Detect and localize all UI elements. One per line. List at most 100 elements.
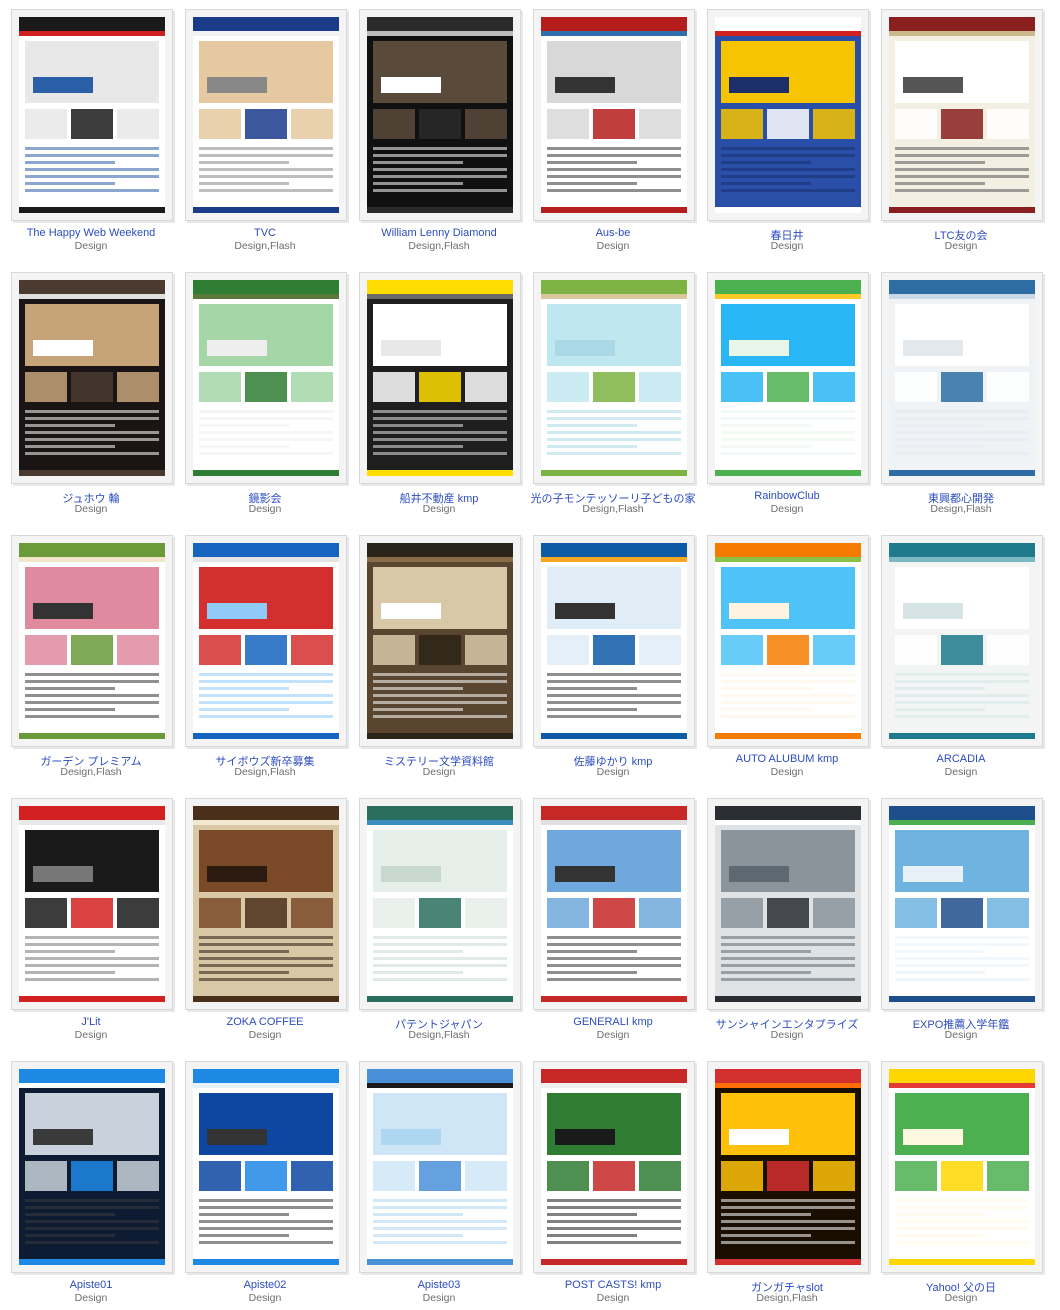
portfolio-title-link[interactable]: AUTO ALUBUM kmp (700, 753, 874, 765)
portfolio-thumbnail[interactable] (359, 9, 521, 221)
portfolio-categories: Design (944, 1029, 978, 1041)
screenshot-content-box (987, 1161, 1029, 1191)
portfolio-thumbnail[interactable] (185, 272, 347, 484)
portfolio-title-link[interactable]: Apiste02 (178, 1279, 352, 1291)
screenshot-text-line (721, 424, 811, 427)
screenshot-header (367, 1069, 513, 1083)
screenshot-content-box (71, 109, 113, 139)
portfolio-title-link[interactable]: Aus-be (526, 227, 700, 239)
screenshot-accent (903, 77, 963, 93)
portfolio-thumbnail[interactable] (707, 1061, 869, 1273)
portfolio-thumbnail[interactable] (881, 798, 1043, 1010)
portfolio-thumbnail[interactable] (533, 798, 695, 1010)
screenshot-text-line (25, 1206, 159, 1209)
screenshot-nav (367, 31, 513, 36)
screenshot-content-box (593, 372, 635, 402)
portfolio-title-link[interactable]: J'Lit (4, 1016, 178, 1028)
portfolio-thumbnail[interactable] (11, 272, 173, 484)
portfolio-thumbnail[interactable] (359, 535, 521, 747)
portfolio-title-link[interactable]: TVC (178, 227, 352, 239)
screenshot-text-line (25, 431, 159, 434)
portfolio-thumbnail[interactable] (185, 9, 347, 221)
website-screenshot (715, 806, 861, 1002)
screenshot-footer (193, 733, 339, 739)
screenshot-text-line (721, 1227, 855, 1230)
screenshot-text-line (895, 1213, 985, 1216)
screenshot-accent (207, 1129, 267, 1145)
portfolio-thumbnail[interactable] (881, 1061, 1043, 1273)
screenshot-content-box (199, 898, 241, 928)
screenshot-content-box (419, 1161, 461, 1191)
portfolio-categories: Design (770, 766, 804, 778)
portfolio-title-link[interactable]: POST CASTS! kmp (526, 1279, 700, 1291)
screenshot-text-line (199, 410, 333, 413)
screenshot-text-line (25, 424, 115, 427)
screenshot-hero (199, 830, 333, 892)
screenshot-nav (19, 1083, 165, 1088)
screenshot-nav (367, 557, 513, 562)
website-screenshot (367, 17, 513, 213)
portfolio-thumbnail[interactable] (707, 272, 869, 484)
screenshot-text-line (895, 978, 1029, 981)
portfolio-thumbnail[interactable] (359, 798, 521, 1010)
portfolio-title-link[interactable]: The Happy Web Weekend (4, 227, 178, 239)
portfolio-thumbnail[interactable] (185, 535, 347, 747)
portfolio-title-link[interactable]: William Lenny Diamond (352, 227, 526, 239)
screenshot-header (193, 1069, 339, 1083)
portfolio-thumbnail[interactable] (533, 535, 695, 747)
screenshot-header (715, 280, 861, 294)
screenshot-text-line (895, 694, 1029, 697)
portfolio-title-link[interactable]: RainbowClub (700, 490, 874, 502)
portfolio-thumbnail[interactable] (11, 1061, 173, 1273)
screenshot-content-box (547, 635, 589, 665)
screenshot-nav (19, 294, 165, 299)
portfolio-thumbnail[interactable] (707, 798, 869, 1010)
portfolio-categories: Design,Flash (234, 240, 296, 252)
portfolio-thumbnail[interactable] (707, 9, 869, 221)
screenshot-nav (367, 820, 513, 825)
portfolio-thumbnail[interactable] (359, 272, 521, 484)
portfolio-thumbnail[interactable] (185, 1061, 347, 1273)
screenshot-text-line (895, 417, 1029, 420)
portfolio-thumbnail[interactable] (359, 1061, 521, 1273)
portfolio-thumbnail[interactable] (881, 272, 1043, 484)
screenshot-text-line (373, 417, 507, 420)
portfolio-title-link[interactable]: GENERALI kmp (526, 1016, 700, 1028)
screenshot-footer (19, 470, 165, 476)
portfolio-thumbnail[interactable] (11, 535, 173, 747)
screenshot-text-line (199, 1220, 333, 1223)
portfolio-thumbnail[interactable] (707, 535, 869, 747)
website-screenshot (541, 280, 687, 476)
portfolio-thumbnail[interactable] (533, 272, 695, 484)
portfolio-thumbnail[interactable] (185, 798, 347, 1010)
screenshot-text-line (199, 1213, 289, 1216)
screenshot-text-line (895, 182, 985, 185)
portfolio-thumbnail[interactable] (881, 535, 1043, 747)
screenshot-content-box (373, 635, 415, 665)
portfolio-title-link[interactable]: Apiste03 (352, 1279, 526, 1291)
screenshot-text-line (547, 175, 681, 178)
portfolio-categories: Design (596, 1029, 630, 1041)
portfolio-thumbnail[interactable] (533, 1061, 695, 1273)
screenshot-text-line (721, 680, 855, 683)
portfolio-categories: Design (74, 1292, 108, 1304)
screenshot-text-line (721, 161, 811, 164)
screenshot-text-line (547, 936, 681, 939)
portfolio-title-link[interactable]: ZOKA COFFEE (178, 1016, 352, 1028)
screenshot-text-line (25, 1213, 115, 1216)
portfolio-title-link[interactable]: ARCADIA (874, 753, 1048, 765)
portfolio-thumbnail[interactable] (11, 798, 173, 1010)
portfolio-thumbnail[interactable] (533, 9, 695, 221)
portfolio-thumbnail[interactable] (11, 9, 173, 221)
portfolio-title-link[interactable]: Apiste01 (4, 1279, 178, 1291)
screenshot-hero (373, 41, 507, 103)
screenshot-hero (25, 1093, 159, 1155)
portfolio-thumbnail[interactable] (881, 9, 1043, 221)
screenshot-header (541, 1069, 687, 1083)
screenshot-content-box (245, 109, 287, 139)
screenshot-header (715, 17, 861, 31)
portfolio-categories: Design,Flash (930, 503, 992, 515)
screenshot-content-box (117, 635, 159, 665)
screenshot-text-line (721, 1241, 855, 1244)
screenshot-text-line (547, 687, 637, 690)
